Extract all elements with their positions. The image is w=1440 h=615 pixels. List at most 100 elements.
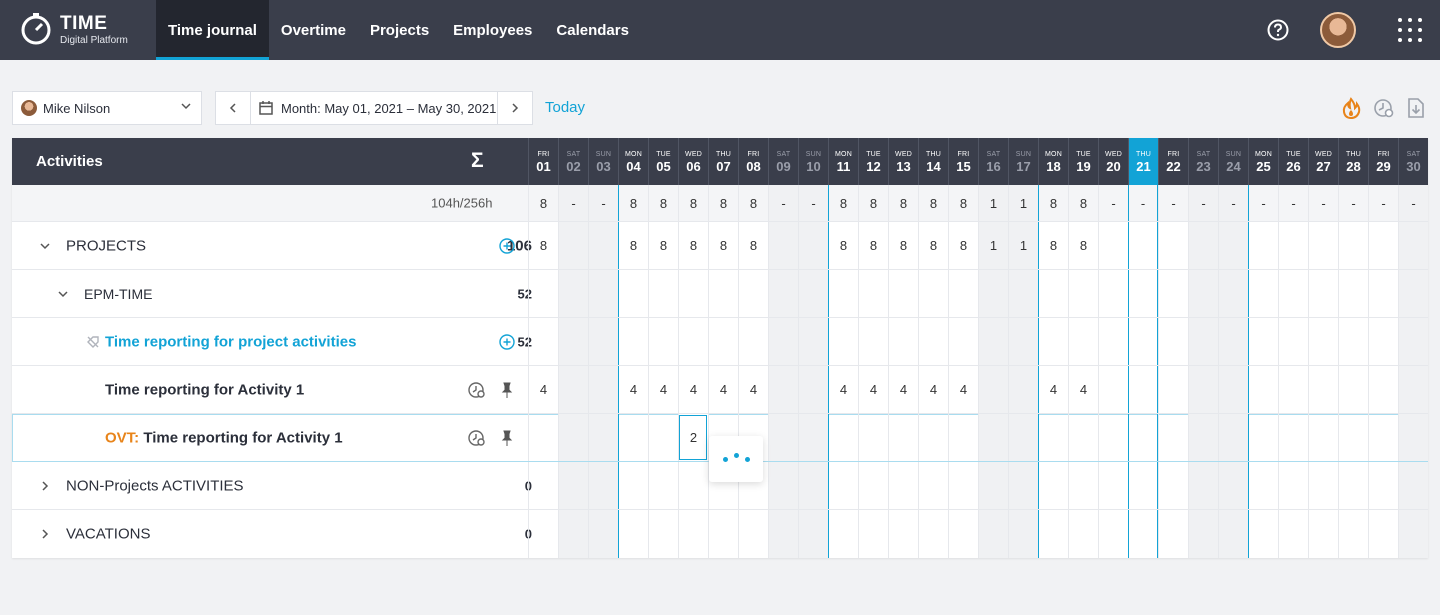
day-cell[interactable] (858, 318, 888, 365)
day-cell[interactable]: 8 (708, 222, 738, 269)
day-cell[interactable] (678, 270, 708, 317)
day-cell[interactable] (1098, 222, 1128, 269)
day-cell[interactable] (648, 510, 678, 558)
day-cell[interactable] (1338, 366, 1368, 413)
nav-projects[interactable]: Projects (358, 0, 441, 60)
day-cell[interactable] (918, 510, 948, 558)
day-cell[interactable] (918, 270, 948, 317)
day-cell[interactable] (1098, 270, 1128, 317)
chevron-down-icon[interactable] (40, 241, 50, 251)
day-cell[interactable] (588, 510, 618, 558)
day-cell[interactable]: 8 (708, 185, 738, 221)
day-cell[interactable]: - (798, 185, 828, 221)
day-cell[interactable]: 8 (648, 222, 678, 269)
epm-time-row[interactable]: EPM-TIME 52 (12, 270, 1428, 318)
day-cell[interactable] (888, 510, 918, 558)
day-cell[interactable] (558, 318, 588, 365)
day-cell[interactable] (1308, 222, 1338, 269)
day-cell[interactable] (1068, 510, 1098, 558)
day-cell[interactable] (1098, 414, 1128, 461)
day-cell[interactable] (978, 414, 1008, 461)
day-cell[interactable] (558, 462, 588, 509)
day-cell[interactable] (678, 510, 708, 558)
day-cell[interactable] (1008, 318, 1038, 365)
day-cell[interactable] (1128, 510, 1158, 558)
day-cell[interactable] (1158, 318, 1188, 365)
day-cell[interactable] (1128, 318, 1158, 365)
day-cell[interactable] (1278, 222, 1308, 269)
day-cell[interactable] (618, 318, 648, 365)
day-cell[interactable] (798, 462, 828, 509)
day-cell[interactable] (1278, 270, 1308, 317)
chevron-right-icon[interactable] (40, 480, 50, 491)
day-cell[interactable] (1278, 366, 1308, 413)
day-cell[interactable] (1188, 414, 1218, 461)
day-cell[interactable]: 4 (618, 366, 648, 413)
day-cell[interactable] (648, 270, 678, 317)
day-cell[interactable] (618, 462, 648, 509)
day-cell[interactable]: 8 (918, 222, 948, 269)
day-cell[interactable] (888, 270, 918, 317)
day-cell[interactable] (1068, 318, 1098, 365)
day-cell[interactable]: 8 (678, 222, 708, 269)
day-cell[interactable] (1338, 510, 1368, 558)
day-cell[interactable]: 1 (978, 222, 1008, 269)
day-cell[interactable] (1218, 222, 1248, 269)
day-cell[interactable] (1038, 270, 1068, 317)
day-cell[interactable] (768, 366, 798, 413)
day-cell[interactable] (588, 462, 618, 509)
day-cell[interactable] (798, 366, 828, 413)
day-cell[interactable] (738, 270, 768, 317)
day-cell[interactable] (828, 462, 858, 509)
day-cell[interactable] (798, 318, 828, 365)
day-cell[interactable]: - (558, 185, 588, 221)
day-cell[interactable] (738, 510, 768, 558)
day-cell[interactable] (1128, 222, 1158, 269)
day-cell[interactable]: 1 (1008, 185, 1038, 221)
day-cell[interactable]: - (768, 185, 798, 221)
day-cell[interactable] (1338, 462, 1368, 509)
day-cell[interactable] (1338, 318, 1368, 365)
day-cell[interactable]: 4 (1068, 366, 1098, 413)
user-avatar[interactable] (1320, 12, 1356, 48)
day-cell[interactable] (798, 270, 828, 317)
day-cell[interactable] (1008, 510, 1038, 558)
task-row[interactable]: Time reporting for project activities 52 (12, 318, 1428, 366)
day-cell[interactable] (1188, 222, 1218, 269)
day-cell[interactable]: 1 (978, 185, 1008, 221)
day-cell[interactable] (948, 462, 978, 509)
day-cell[interactable] (618, 414, 648, 461)
day-cell[interactable] (648, 414, 678, 461)
day-cell[interactable]: 8 (1038, 185, 1068, 221)
day-cell[interactable]: 8 (738, 185, 768, 221)
day-cell[interactable]: 8 (678, 185, 708, 221)
day-cell[interactable] (1188, 318, 1218, 365)
date-range-picker[interactable]: Month: May 01, 2021 – May 30, 2021 (250, 91, 498, 125)
day-cell[interactable]: - (1188, 185, 1218, 221)
day-cell[interactable] (858, 414, 888, 461)
day-cell[interactable] (768, 318, 798, 365)
day-cell[interactable] (1308, 318, 1338, 365)
day-cell[interactable] (918, 318, 948, 365)
day-cell[interactable] (768, 270, 798, 317)
day-cell[interactable] (798, 414, 828, 461)
day-cell[interactable]: - (1308, 185, 1338, 221)
day-cell[interactable]: 8 (1038, 222, 1068, 269)
day-cell[interactable]: 8 (888, 185, 918, 221)
day-cell[interactable]: 8 (948, 185, 978, 221)
day-cell[interactable]: 4 (948, 366, 978, 413)
clock-settings-icon[interactable] (1373, 97, 1395, 119)
day-cell[interactable] (1218, 366, 1248, 413)
day-cell[interactable] (1158, 222, 1188, 269)
day-cell[interactable]: 8 (828, 222, 858, 269)
day-cell[interactable] (798, 222, 828, 269)
day-cell[interactable] (1398, 510, 1428, 558)
day-cell[interactable] (1098, 318, 1128, 365)
day-cell[interactable]: 2 (678, 414, 708, 461)
day-cell[interactable] (948, 270, 978, 317)
day-cell[interactable] (588, 366, 618, 413)
day-cell[interactable] (1188, 270, 1218, 317)
today-link[interactable]: Today (545, 99, 585, 116)
day-cell[interactable] (528, 414, 558, 461)
day-cell[interactable]: 1 (1008, 222, 1038, 269)
